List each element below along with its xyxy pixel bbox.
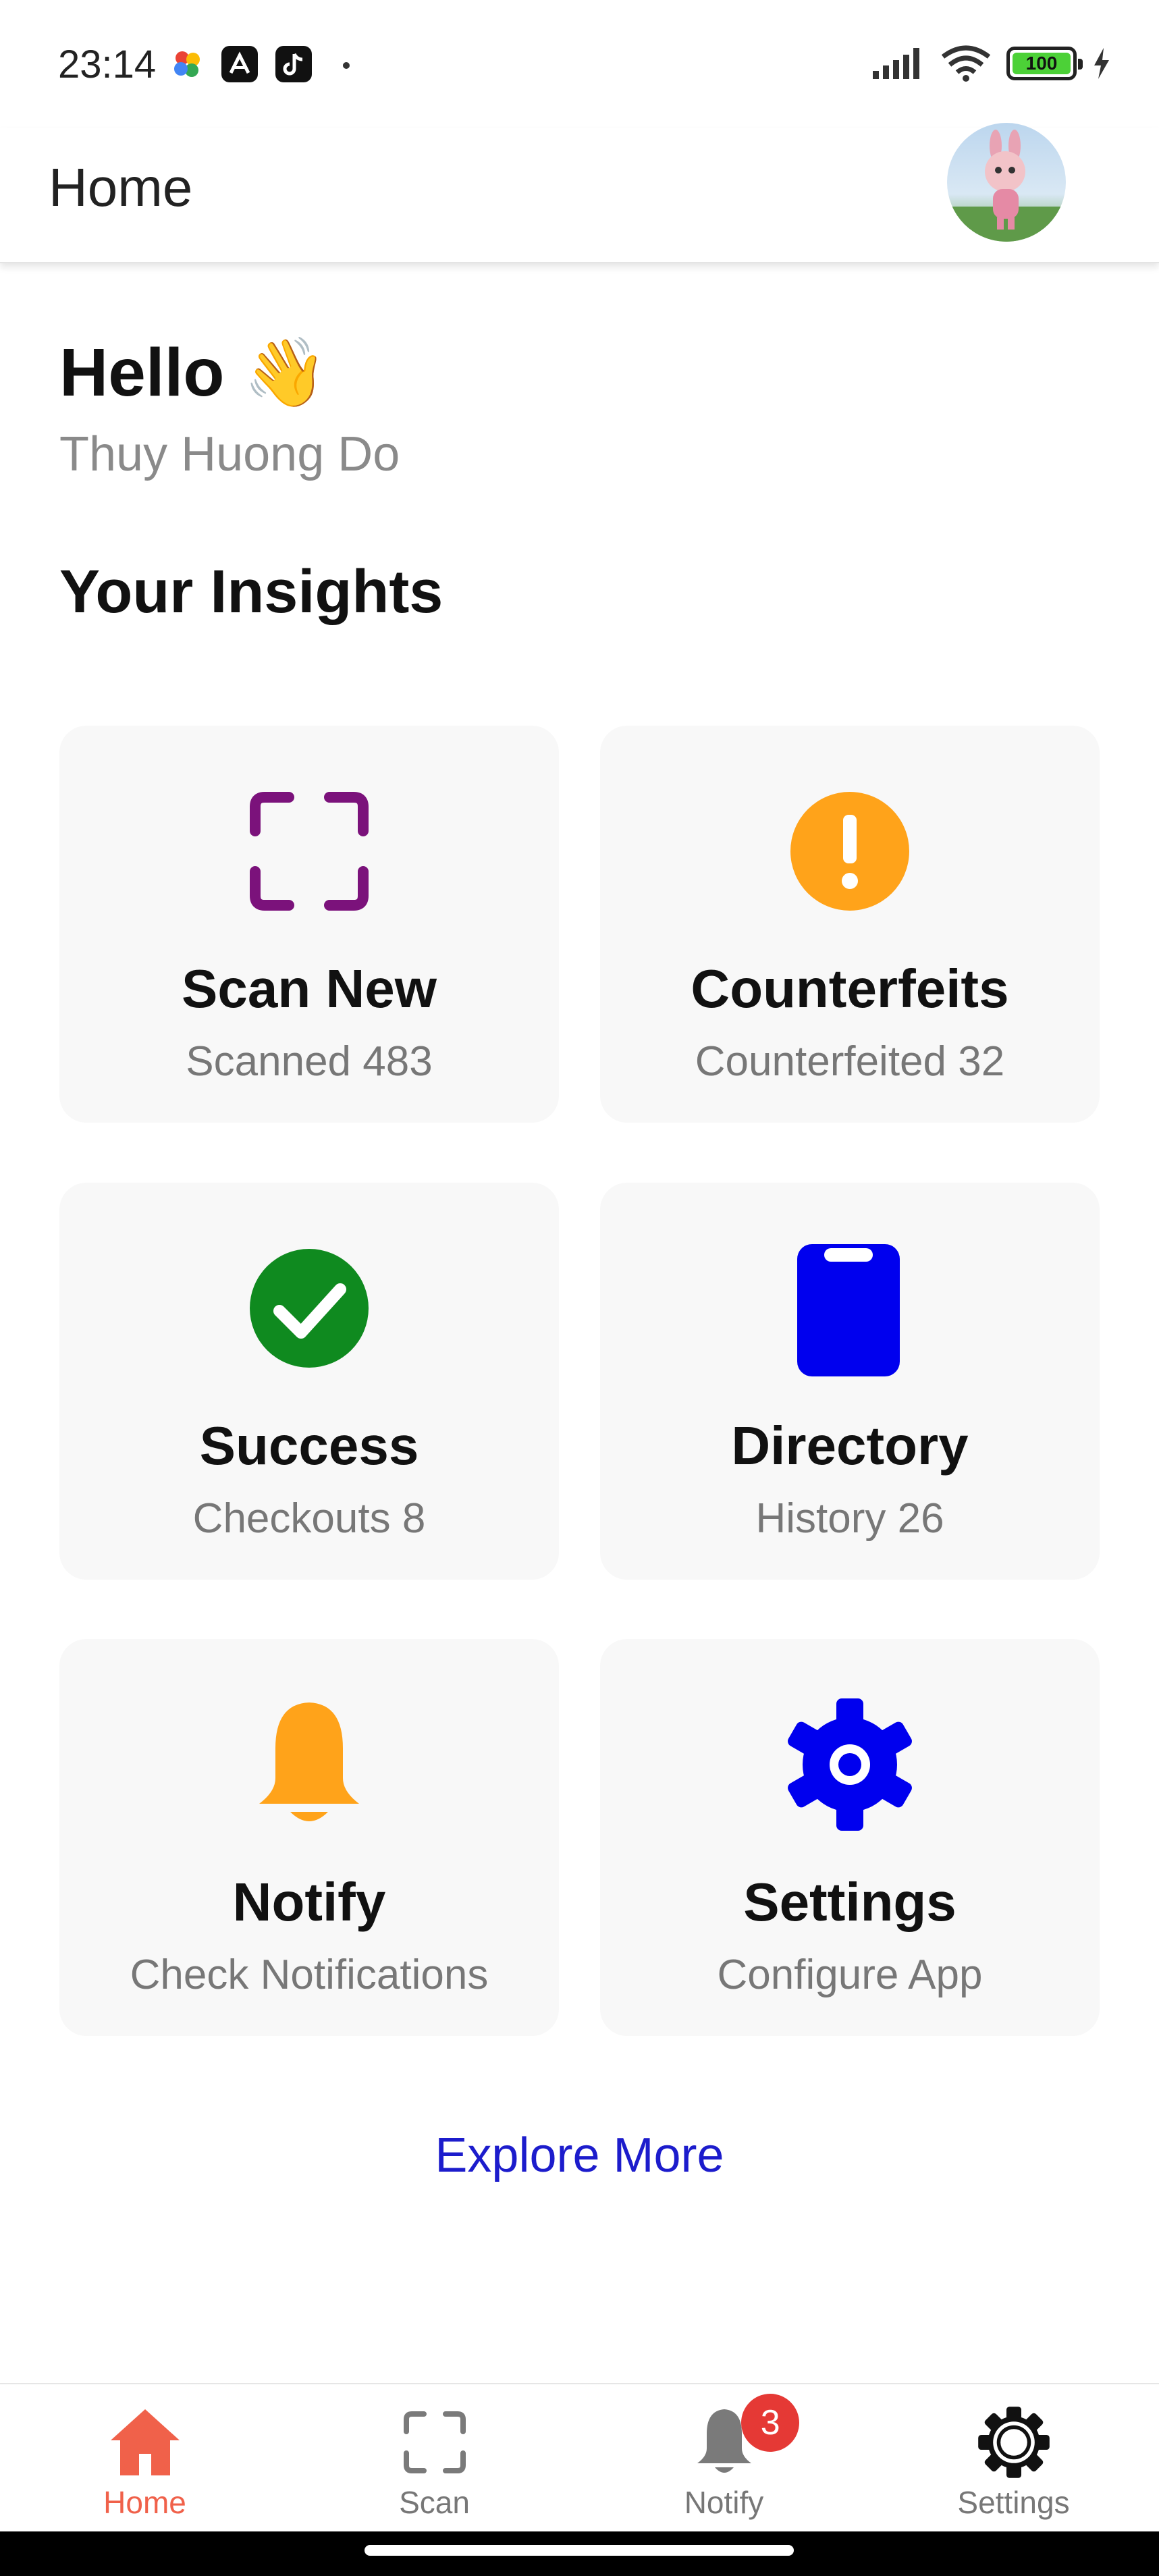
battery-level: 100 xyxy=(1013,53,1071,74)
greeting-heading: Hello 👋 xyxy=(59,333,327,412)
scan-icon xyxy=(394,2402,475,2483)
card-title: Settings xyxy=(743,1872,956,1932)
page-title: Home xyxy=(49,157,193,217)
card-title: Directory xyxy=(731,1416,969,1476)
user-name: Thuy Huong Do xyxy=(59,427,400,481)
card-notify[interactable]: Notify Check Notifications xyxy=(59,1639,559,2036)
bottom-navigation: Home Scan 3 Notify Settings xyxy=(0,2383,1159,2531)
scan-frame-icon xyxy=(242,784,377,919)
nav-settings[interactable]: Settings xyxy=(869,2384,1158,2533)
capcut-icon xyxy=(221,46,258,82)
card-success[interactable]: Success Checkouts 8 xyxy=(59,1183,559,1580)
card-title: Counterfeits xyxy=(691,959,1009,1019)
card-directory[interactable]: Directory History 26 xyxy=(600,1183,1100,1580)
nav-scan[interactable]: Scan xyxy=(290,2384,579,2533)
wifi-icon xyxy=(941,45,991,82)
bell-icon xyxy=(242,1697,377,1832)
battery-icon: 100 xyxy=(1006,47,1083,80)
card-subtitle: Check Notifications xyxy=(130,1952,489,1998)
card-subtitle: Scanned 483 xyxy=(186,1038,433,1085)
gear-icon xyxy=(973,2402,1054,2483)
notification-dot xyxy=(343,62,350,69)
status-bar: 23:14 100 xyxy=(0,0,1159,128)
notification-badge: 3 xyxy=(741,2394,800,2452)
gear-icon xyxy=(782,1697,917,1832)
insights-title: Your Insights xyxy=(59,558,443,626)
card-subtitle: Configure App xyxy=(717,1952,983,1998)
user-avatar[interactable] xyxy=(947,123,1066,242)
card-subtitle: Checkouts 8 xyxy=(192,1495,426,1542)
nav-label: Notify xyxy=(684,2485,764,2520)
greeting-text: Hello xyxy=(59,335,225,410)
nav-home[interactable]: Home xyxy=(0,2384,290,2533)
nav-label: Scan xyxy=(399,2485,470,2520)
card-counterfeits[interactable]: Counterfeits Counterfeited 32 xyxy=(600,726,1100,1123)
clipboard-icon xyxy=(782,1241,917,1376)
card-subtitle: History 26 xyxy=(755,1495,944,1542)
card-scan-new[interactable]: Scan New Scanned 483 xyxy=(59,726,559,1123)
card-subtitle: Counterfeited 32 xyxy=(695,1038,1005,1085)
home-indicator[interactable] xyxy=(365,2545,794,2556)
nav-label: Settings xyxy=(957,2485,1070,2520)
card-title: Notify xyxy=(232,1872,386,1932)
app-bar: Home xyxy=(0,123,1159,263)
card-title: Scan New xyxy=(182,959,437,1019)
photos-icon xyxy=(169,46,205,82)
nav-notify[interactable]: 3 Notify xyxy=(579,2384,869,2533)
gesture-bar xyxy=(0,2531,1159,2576)
card-settings[interactable]: Settings Configure App xyxy=(600,1639,1100,2036)
warning-icon xyxy=(782,784,917,919)
charging-icon xyxy=(1094,48,1109,79)
nav-label: Home xyxy=(103,2485,186,2520)
cellular-signal-icon xyxy=(873,48,919,79)
tiktok-icon xyxy=(275,46,312,82)
status-time: 23:14 xyxy=(58,43,157,86)
card-title: Success xyxy=(199,1416,419,1476)
home-icon xyxy=(105,2402,186,2483)
status-indicators: 100 xyxy=(871,43,1112,84)
check-circle-icon xyxy=(242,1241,377,1376)
waving-hand-icon: 👋 xyxy=(243,335,327,410)
explore-more-link[interactable]: Explore More xyxy=(0,2128,1159,2183)
